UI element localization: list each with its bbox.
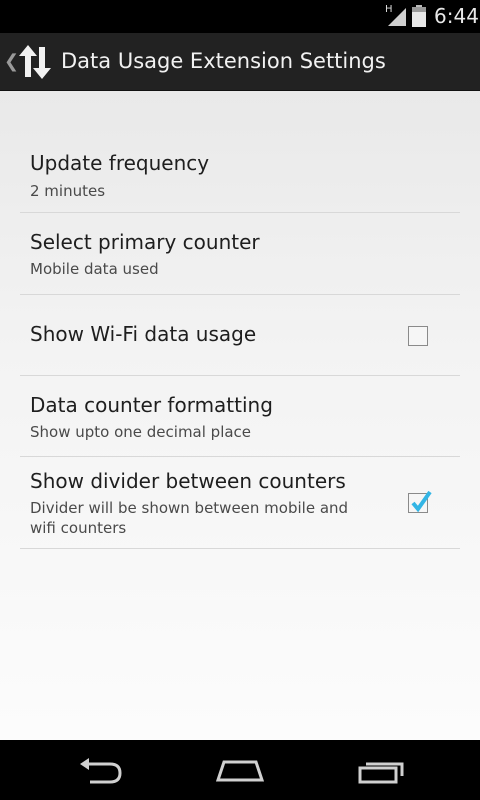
data-arrows-icon[interactable] (19, 45, 51, 79)
pref-counter-formatting[interactable]: Data counter formatting Show upto one de… (20, 376, 460, 457)
wifi-checkbox[interactable] (408, 326, 428, 346)
pref-title: Select primary counter (30, 230, 260, 254)
pref-title: Show divider between counters (30, 469, 346, 493)
checkmark-icon (411, 490, 432, 513)
pref-title: Show Wi-Fi data usage (30, 322, 257, 346)
signal-icon (388, 8, 406, 26)
pref-title: Update frequency (30, 151, 210, 175)
battery-icon (412, 5, 426, 27)
back-icon[interactable] (78, 758, 124, 784)
pref-summary: 2 minutes (30, 182, 106, 200)
status-bar: H 6:44 (0, 0, 480, 33)
divider-checkbox[interactable] (408, 490, 432, 513)
pref-summary: Show upto one decimal place (30, 423, 252, 441)
pref-title: Data counter formatting (30, 393, 273, 417)
status-time: 6:44 (434, 4, 479, 28)
page-title: Data Usage Extension Settings (61, 49, 386, 73)
recents-icon[interactable] (358, 758, 404, 784)
pref-update-frequency[interactable]: Update frequency 2 minutes (20, 135, 460, 213)
pref-summary: Divider will be shown between mobile and… (30, 499, 349, 537)
action-bar: ❮ Data Usage Extension Settings (0, 33, 480, 91)
pref-show-wifi[interactable]: Show Wi-Fi data usage (20, 295, 460, 376)
pref-primary-counter[interactable]: Select primary counter Mobile data used (20, 213, 460, 295)
settings-list: Update frequency 2 minutes Select primar… (0, 91, 480, 740)
up-caret-icon[interactable]: ❮ (4, 51, 19, 72)
pref-summary: Mobile data used (30, 260, 159, 278)
nav-bar (0, 740, 480, 800)
home-icon[interactable] (216, 758, 264, 782)
pref-show-divider[interactable]: Show divider between counters Divider wi… (20, 457, 460, 549)
